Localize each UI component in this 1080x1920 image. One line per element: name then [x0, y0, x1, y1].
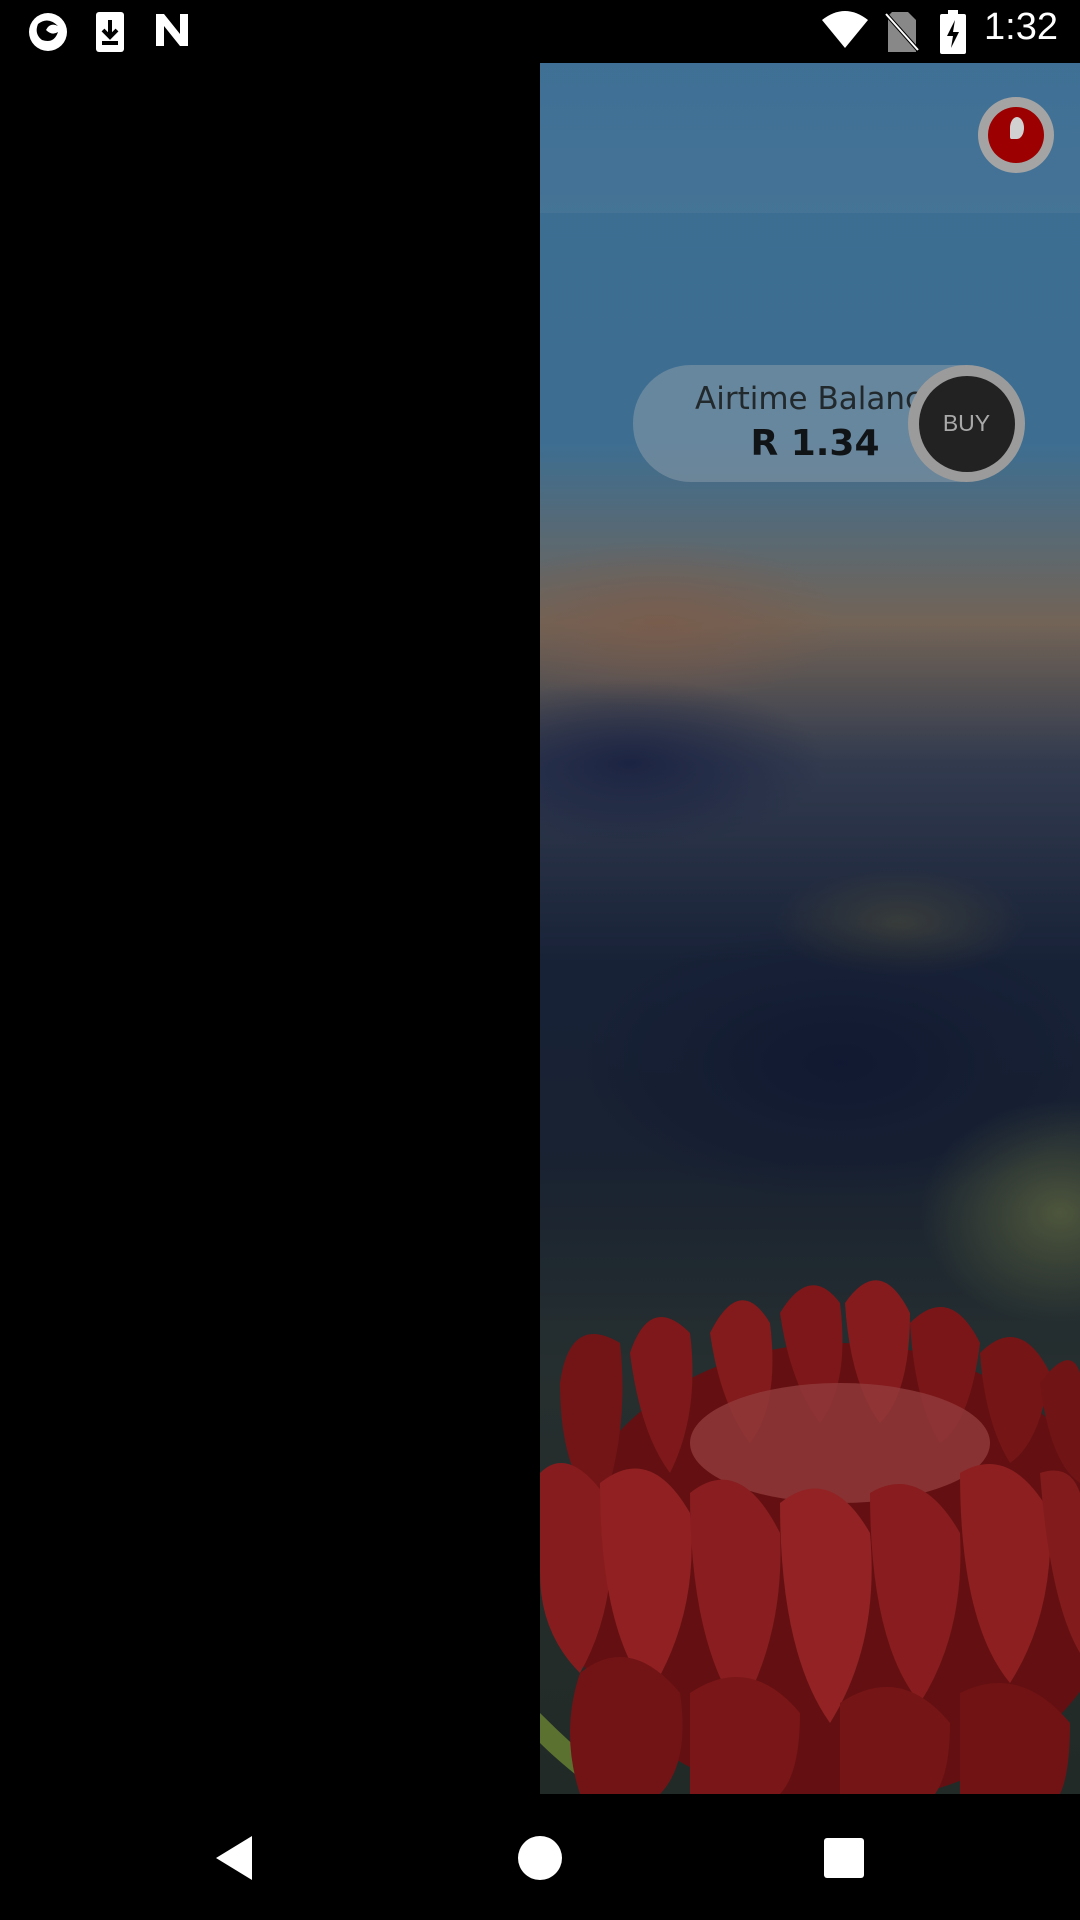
vodafone-logo-mark [988, 107, 1044, 163]
protea-flower-image [540, 1280, 1080, 1794]
recents-icon[interactable] [812, 1826, 876, 1890]
navigation-drawer[interactable] [0, 63, 540, 1794]
firefox-icon [26, 10, 70, 58]
buy-button[interactable]: BUY [908, 365, 1025, 482]
main-content: Airtime Balance R 1.34 BUY [540, 63, 1080, 1794]
navigation-bar [0, 1794, 1080, 1920]
buy-button-label: BUY [918, 375, 1015, 472]
back-icon[interactable] [204, 1826, 268, 1890]
status-time: 1:32 [984, 6, 1058, 48]
status-bar: 1:32 [0, 0, 1080, 63]
wifi-icon [820, 10, 870, 54]
no-sim-icon [884, 10, 920, 58]
home-icon[interactable] [508, 1826, 572, 1890]
battery-charging-icon [940, 10, 966, 58]
vodafone-logo[interactable] [978, 97, 1054, 173]
vodafone-quote-icon [1010, 117, 1024, 139]
airtime-balance-amount: R 1.34 [750, 423, 880, 464]
n-icon [152, 10, 192, 54]
download-icon [92, 10, 128, 58]
airtime-balance-label: Airtime Balance [695, 381, 942, 417]
